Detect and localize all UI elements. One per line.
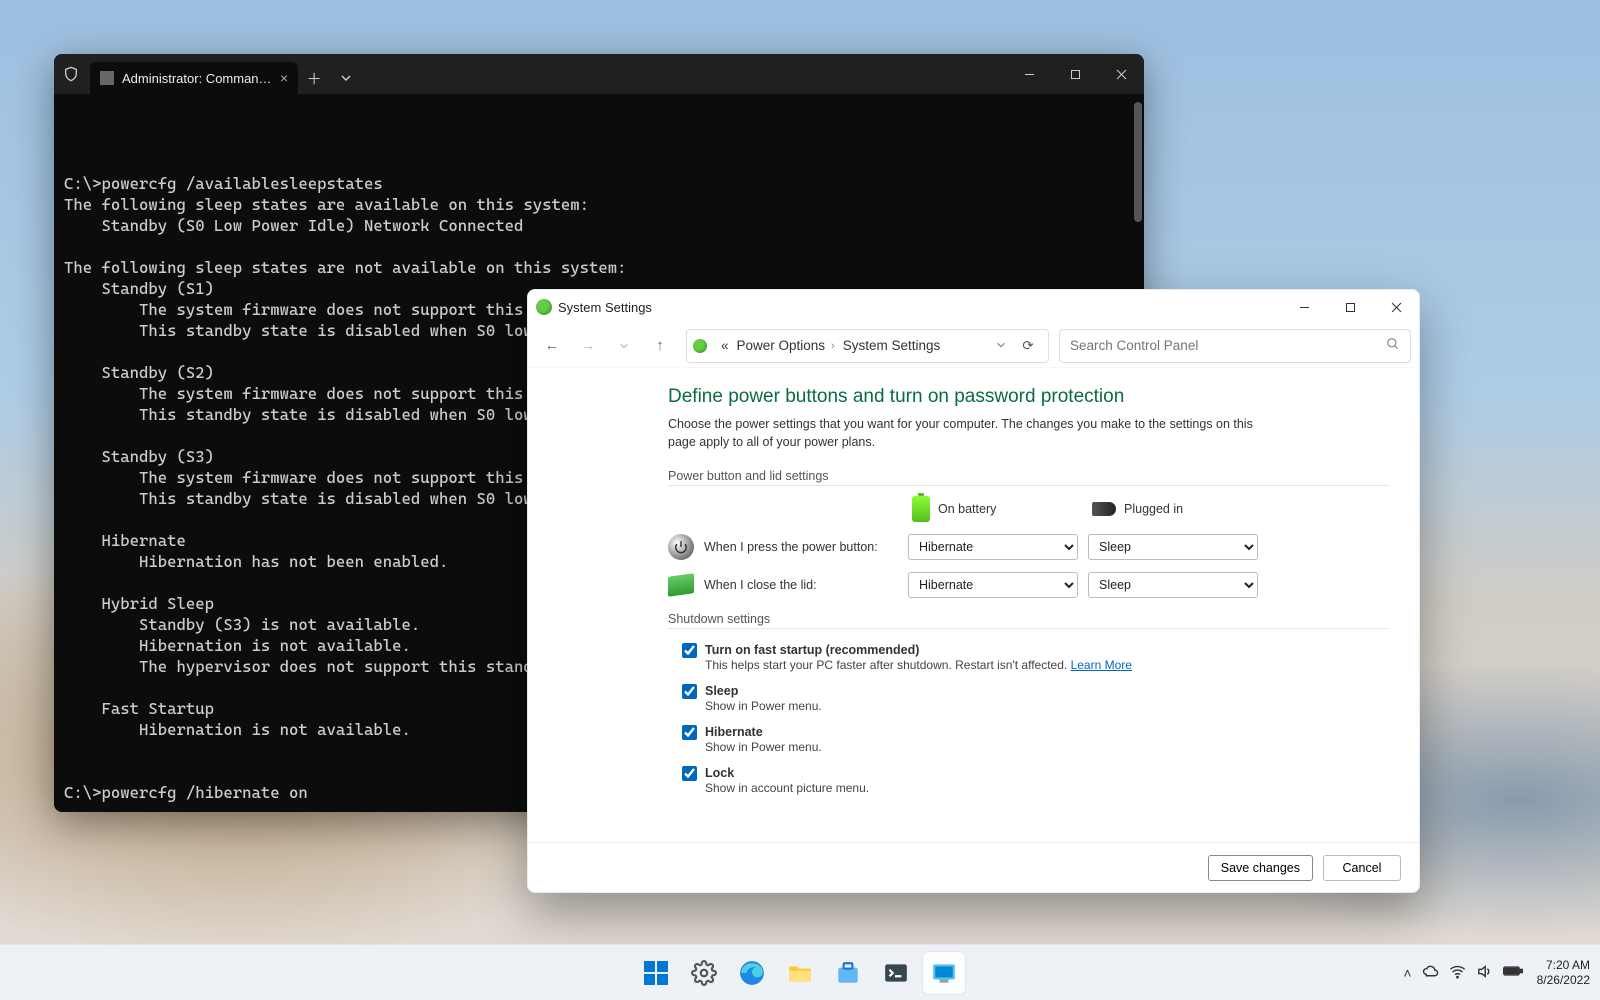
terminal-tab-title: Administrator: Command Pro — [122, 71, 272, 86]
onedrive-icon[interactable] — [1422, 963, 1439, 983]
shutdown-checkbox[interactable] — [682, 766, 697, 781]
new-tab-button[interactable]: ＋ — [298, 62, 330, 94]
minimize-button[interactable] — [1006, 54, 1052, 94]
terminal-line — [64, 236, 1134, 257]
shutdown-item-title: Hibernate — [705, 725, 763, 739]
forward-button[interactable]: → — [572, 330, 604, 362]
cmd-icon — [100, 71, 114, 85]
maximize-button[interactable] — [1327, 290, 1373, 324]
terminal-line: C:\>powercfg /availablesleepstates — [64, 173, 1134, 194]
system-tray[interactable]: ˄ 7:20 AM 8/26/2022 — [1403, 958, 1590, 988]
taskbar-file-explorer[interactable] — [779, 952, 821, 994]
close-icon[interactable]: × — [280, 70, 288, 86]
terminal-tab[interactable]: Administrator: Command Pro × — [90, 62, 298, 94]
battery-tray-icon[interactable] — [1503, 964, 1523, 981]
shutdown-settings-list: Turn on fast startup (recommended)This h… — [668, 639, 1389, 803]
laptop-lid-icon — [668, 575, 694, 595]
navigation-row: ← → ↑ « Power Options › System Settings … — [528, 324, 1419, 368]
scrollbar[interactable] — [1134, 102, 1142, 222]
tray-icons[interactable]: ˄ — [1403, 963, 1522, 983]
volume-icon[interactable] — [1476, 963, 1493, 983]
chevron-up-icon[interactable]: ˄ — [1403, 965, 1411, 981]
section-power-button: Power button and lid settings — [668, 469, 1389, 486]
search-box[interactable] — [1059, 329, 1411, 363]
shutdown-item-title: Lock — [705, 766, 734, 780]
section-shutdown-settings: Shutdown settings — [668, 612, 1389, 629]
row-close-lid: When I close the lid: — [668, 575, 898, 595]
page-description: Choose the power settings that you want … — [668, 416, 1258, 451]
select-lid-battery[interactable]: Hibernate — [908, 572, 1078, 598]
address-dropdown[interactable] — [996, 338, 1006, 353]
shutdown-item: SleepShow in Power menu. — [668, 680, 1389, 721]
terminal-line: The following sleep states are not avail… — [64, 257, 1134, 278]
close-button[interactable] — [1373, 290, 1419, 324]
shutdown-item-sub: This helps start your PC faster after sh… — [705, 658, 1132, 672]
wifi-icon[interactable] — [1449, 963, 1466, 983]
windows-logo-icon — [644, 961, 668, 985]
tray-date: 8/26/2022 — [1537, 973, 1590, 988]
power-options-icon — [536, 299, 552, 315]
shutdown-checkbox[interactable] — [682, 684, 697, 699]
breadcrumb-seg-system-settings[interactable]: System Settings — [843, 338, 941, 353]
tab-dropdown-button[interactable] — [330, 62, 362, 94]
up-button[interactable]: ↑ — [644, 330, 676, 362]
shutdown-checkbox[interactable] — [682, 643, 697, 658]
chevron-right-icon: › — [831, 340, 835, 352]
row-power-button: When I press the power button: — [668, 534, 898, 560]
learn-more-link[interactable]: Learn More — [1071, 658, 1132, 672]
save-changes-button[interactable]: Save changes — [1208, 855, 1313, 881]
terminal-line: The following sleep states are available… — [64, 194, 1134, 215]
shutdown-checkbox[interactable] — [682, 725, 697, 740]
shutdown-item-title: Sleep — [705, 684, 738, 698]
window-title: System Settings — [558, 300, 652, 315]
recent-dropdown[interactable] — [608, 330, 640, 362]
cp-titlebar[interactable]: System Settings — [528, 290, 1419, 324]
cp-content: Define power buttons and turn on passwor… — [528, 368, 1419, 842]
power-options-icon — [693, 339, 707, 353]
search-input[interactable] — [1070, 338, 1386, 353]
taskbar-store[interactable] — [827, 952, 869, 994]
terminal-line: Standby (S0 Low Power Idle) Network Conn… — [64, 215, 1134, 236]
breadcrumb-root[interactable]: « — [721, 338, 729, 353]
taskbar-edge[interactable] — [731, 952, 773, 994]
cancel-button[interactable]: Cancel — [1323, 855, 1401, 881]
taskbar[interactable]: ˄ 7:20 AM 8/26/2022 — [0, 944, 1600, 1000]
column-on-battery: On battery — [908, 496, 1078, 522]
select-power-button-plugged[interactable]: Sleep — [1088, 534, 1258, 560]
terminal-titlebar[interactable]: Administrator: Command Pro × ＋ — [54, 54, 1144, 94]
cp-footer: Save changes Cancel — [528, 842, 1419, 892]
shield-icon — [62, 65, 80, 83]
tray-time: 7:20 AM — [1537, 958, 1590, 973]
close-button[interactable] — [1098, 54, 1144, 94]
taskbar-control-panel[interactable] — [923, 952, 965, 994]
taskbar-clock[interactable]: 7:20 AM 8/26/2022 — [1537, 958, 1590, 988]
taskbar-center — [635, 952, 965, 994]
back-button[interactable]: ← — [536, 330, 568, 362]
minimize-button[interactable] — [1281, 290, 1327, 324]
shutdown-item: LockShow in account picture menu. — [668, 762, 1389, 803]
control-panel-window: System Settings ← → ↑ « Power Options › … — [527, 289, 1420, 893]
taskbar-settings[interactable] — [683, 952, 725, 994]
power-button-icon — [668, 534, 694, 560]
column-plugged-in: Plugged in — [1088, 502, 1258, 516]
select-power-button-battery[interactable]: Hibernate — [908, 534, 1078, 560]
refresh-button[interactable]: ⟳ — [1014, 338, 1042, 354]
breadcrumb-seg-power-options[interactable]: Power Options › — [737, 338, 835, 353]
taskbar-terminal[interactable] — [875, 952, 917, 994]
shutdown-item: HibernateShow in Power menu. — [668, 721, 1389, 762]
select-lid-plugged[interactable]: Sleep — [1088, 572, 1258, 598]
battery-icon — [912, 496, 930, 522]
shutdown-item-sub: Show in account picture menu. — [705, 781, 869, 795]
page-heading: Define power buttons and turn on passwor… — [668, 386, 1389, 408]
shutdown-item-sub: Show in Power menu. — [705, 740, 822, 754]
shutdown-item-sub: Show in Power menu. — [705, 699, 822, 713]
search-icon — [1386, 337, 1400, 354]
start-button[interactable] — [635, 952, 677, 994]
plug-icon — [1092, 502, 1116, 516]
shutdown-item: Turn on fast startup (recommended)This h… — [668, 639, 1389, 680]
shutdown-item-title: Turn on fast startup (recommended) — [705, 643, 919, 657]
address-bar[interactable]: « Power Options › System Settings ⟳ — [686, 329, 1049, 363]
maximize-button[interactable] — [1052, 54, 1098, 94]
